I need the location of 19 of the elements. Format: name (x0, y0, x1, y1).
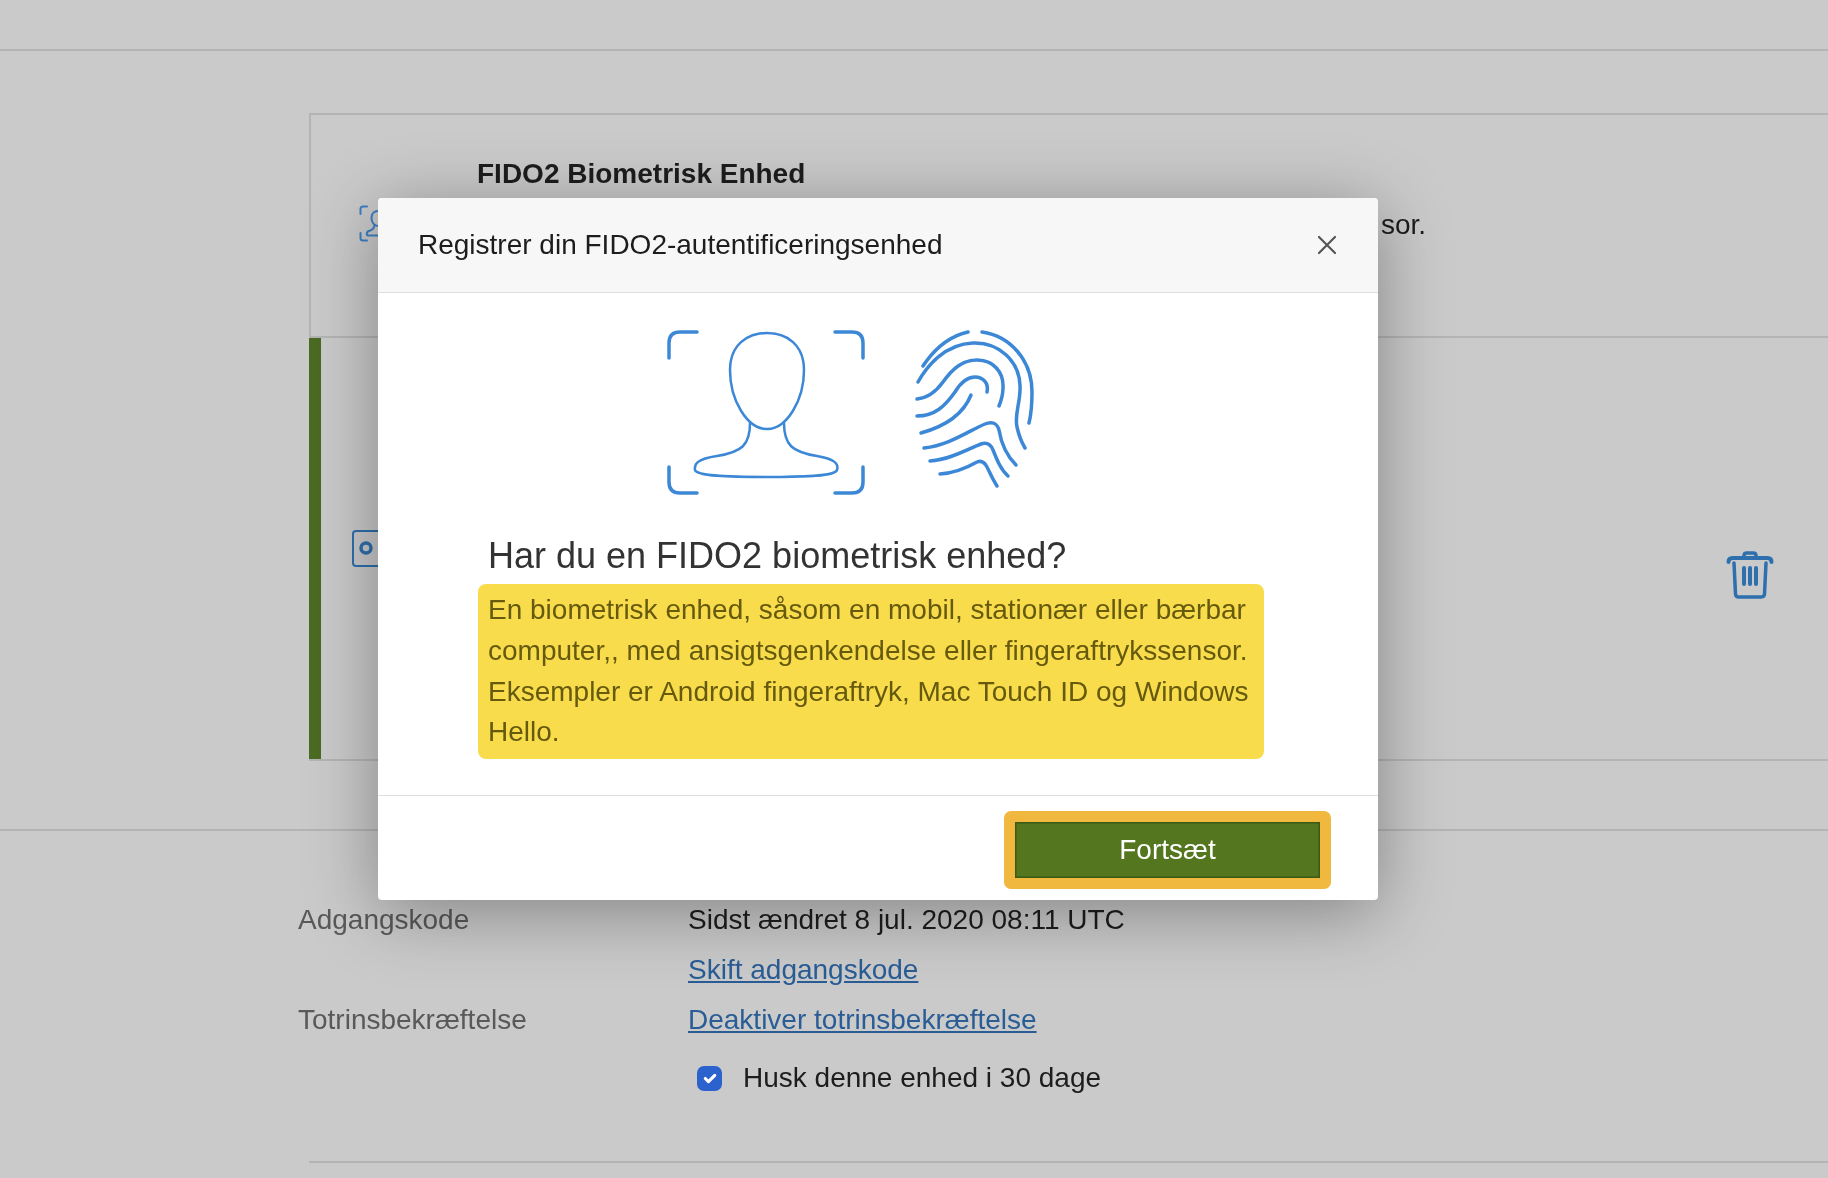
setting-link[interactable]: Skift adgangskode (688, 953, 919, 987)
info-message: En biometrisk enhed, såsom en mobil, stationær eller bærbar computer,, med ansigtsgenkendelse eller fingeraftrykssensor. Eksempler er Android fingeraftryk, Mac Touch ID og Windows Hello. (478, 584, 1264, 759)
close-icon (1317, 235, 1337, 255)
trash-icon[interactable] (1726, 551, 1774, 599)
setting-label: Adgangskode (298, 904, 470, 935)
device-description: sor. (1381, 209, 1427, 240)
setting-label: Totrinsbekræftelse (298, 1004, 527, 1035)
setting-value: Sidst ændret 8 jul. 2020 08:11 UTC (688, 903, 1125, 937)
checkbox-label: Husk denne enhed i 30 dage (743, 1061, 1102, 1095)
continue-button[interactable]: Fortsæt (1004, 811, 1331, 889)
face-scan-icon (667, 330, 865, 495)
modal-title: Registrer din FIDO2-autentificeringsenhed (418, 228, 943, 262)
dialog-heading: Har du en FIDO2 biometrisk enhed? (487, 534, 1067, 577)
setting-link[interactable]: Deaktiver totrinsbekræftelse (688, 1003, 1037, 1037)
close-button[interactable] (1317, 235, 1337, 255)
face-scan-icon (359, 205, 378, 242)
device-title: FIDO2 Biometrisk Enhed (477, 157, 806, 191)
fingerprint-icon (915, 330, 1035, 488)
checkbox[interactable] (697, 1065, 722, 1091)
